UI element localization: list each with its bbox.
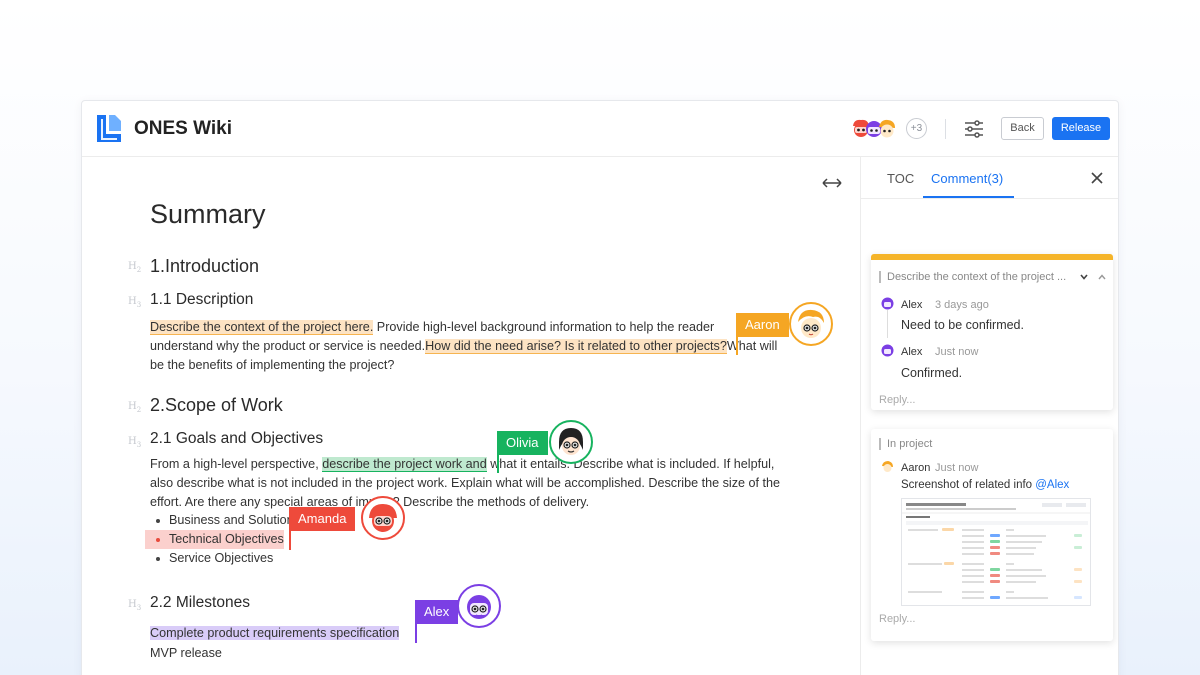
tab-toc[interactable]: TOC bbox=[887, 171, 914, 186]
alex-avatar bbox=[881, 344, 894, 357]
tab-comments[interactable]: Comment(3) bbox=[931, 171, 1003, 186]
heading-description: 1.1 Description bbox=[150, 291, 254, 308]
paragraph-line: MVP release bbox=[150, 646, 222, 660]
heading-tag-icon: H2 bbox=[128, 261, 142, 274]
document-editor[interactable]: Summary H2 1.Introduction H3 1.1 Descrip… bbox=[82, 157, 860, 675]
header-divider bbox=[945, 119, 946, 139]
comment-time: Just now bbox=[935, 462, 979, 474]
thread-connector bbox=[887, 310, 888, 338]
heading-milestones: 2.2 Milestones bbox=[150, 594, 250, 611]
paragraph-line: be the benefits of implementing the proj… bbox=[150, 358, 395, 372]
sidebar-tabs: TOC Comment(3) bbox=[861, 157, 1118, 199]
back-button[interactable]: Back bbox=[1001, 117, 1044, 140]
list-item[interactable]: Business and Solution bbox=[150, 511, 294, 530]
reply-input[interactable]: Reply... bbox=[879, 613, 915, 625]
cursor-label: Olivia bbox=[497, 431, 548, 455]
paragraph-line: From a high-level perspective, describe … bbox=[150, 457, 775, 472]
alex-face-icon bbox=[457, 584, 501, 628]
heading-tag-icon: H3 bbox=[128, 296, 142, 309]
expand-width-icon[interactable] bbox=[822, 177, 842, 189]
highlight-alex[interactable]: Complete product requirements specificat… bbox=[150, 626, 400, 640]
comments-sidebar: TOC Comment(3) Describe the context of t… bbox=[860, 157, 1118, 675]
cursor-label: Aaron bbox=[736, 313, 789, 337]
reply-input[interactable]: Reply... bbox=[879, 394, 915, 406]
settings-sliders-icon[interactable] bbox=[964, 119, 984, 139]
objectives-list: Business and Solution Technical Objectiv… bbox=[145, 511, 294, 568]
comment-text: Screenshot of related info @Alex bbox=[901, 479, 1070, 491]
comment-time: Just now bbox=[935, 346, 979, 358]
cursor-label: Alex bbox=[415, 600, 459, 624]
alex-avatar bbox=[881, 297, 894, 310]
paragraph-line: also describe what is not included in th… bbox=[150, 476, 781, 490]
chevron-down-icon[interactable] bbox=[1079, 272, 1089, 282]
paragraph-line: Describe the context of the project here… bbox=[150, 320, 715, 335]
comment-thread[interactable]: Describe the context of the project ... … bbox=[871, 254, 1113, 410]
heading-goals: 2.1 Goals and Objectives bbox=[150, 430, 324, 447]
close-icon[interactable] bbox=[1089, 170, 1105, 186]
app-title: ONES Wiki bbox=[134, 118, 233, 139]
chevron-up-icon[interactable] bbox=[1097, 272, 1107, 282]
amanda-face-icon bbox=[361, 496, 405, 540]
list-item[interactable]: Service Objectives bbox=[150, 549, 294, 568]
aaron-avatar bbox=[882, 461, 893, 472]
olivia-face-icon bbox=[549, 420, 593, 464]
heading-tag-icon: H3 bbox=[128, 436, 142, 449]
comment-text: Need to be confirmed. bbox=[901, 318, 1024, 332]
highlight-aaron[interactable]: Describe the context of the project here… bbox=[150, 320, 374, 335]
attached-screenshot[interactable] bbox=[901, 498, 1091, 606]
comment-author: Alex bbox=[901, 299, 923, 311]
cursor-label: Amanda bbox=[289, 507, 356, 531]
ones-logo-icon bbox=[97, 115, 121, 142]
highlight-olivia[interactable]: describe the project work and bbox=[322, 457, 487, 472]
comment-text: Confirmed. bbox=[901, 366, 963, 380]
comment-quote: Describe the context of the project ... bbox=[879, 271, 1069, 283]
more-collaborators-badge[interactable]: +3 bbox=[906, 118, 927, 139]
heading-tag-icon: H2 bbox=[128, 401, 142, 414]
wiki-window: ONES Wiki +3 Back Release Summary H2 1.I… bbox=[81, 100, 1119, 675]
aaron-avatar[interactable] bbox=[876, 117, 898, 139]
list-item-selected[interactable]: Technical Objectives bbox=[145, 530, 284, 549]
page-title: Summary bbox=[150, 199, 266, 229]
comment-author: Alex bbox=[901, 346, 923, 358]
active-tab-indicator bbox=[923, 196, 1014, 198]
comment-quote: In project bbox=[879, 438, 1069, 450]
heading-tag-icon: H3 bbox=[128, 599, 142, 612]
app-header: ONES Wiki +3 Back Release bbox=[82, 101, 1118, 157]
comment-time: 3 days ago bbox=[935, 299, 989, 311]
heading-introduction: 1.Introduction bbox=[150, 256, 260, 276]
user-mention[interactable]: @Alex bbox=[1035, 479, 1069, 491]
highlight-aaron-question[interactable]: How did the need arise? Is it related to… bbox=[425, 339, 727, 354]
paragraph-line: effort. Are there any special areas of i… bbox=[150, 495, 590, 509]
paragraph-line: understand why the product or service is… bbox=[150, 339, 778, 354]
comment-thread[interactable]: In project Aaron Just now Screenshot of … bbox=[871, 429, 1113, 641]
aaron-face-icon bbox=[789, 302, 833, 346]
screenshot-thumbnail bbox=[902, 499, 1090, 605]
release-button[interactable]: Release bbox=[1052, 117, 1110, 140]
comment-author: Aaron bbox=[901, 462, 931, 474]
heading-scope-of-work: 2.Scope of Work bbox=[150, 395, 283, 415]
